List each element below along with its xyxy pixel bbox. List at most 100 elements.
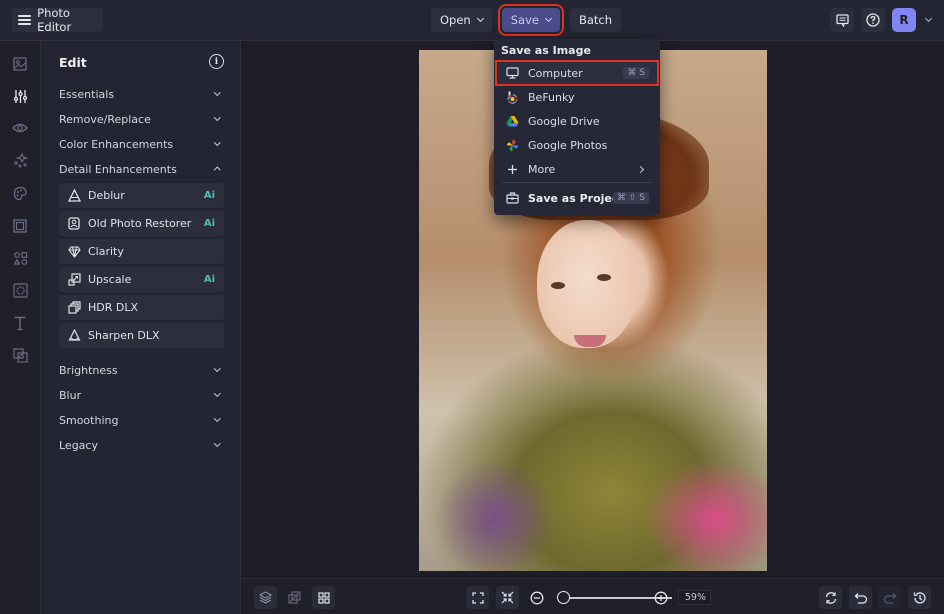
feedback-button[interactable] (830, 8, 854, 32)
actual-size-button[interactable] (496, 586, 519, 609)
zoom-slider-handle[interactable] (556, 591, 570, 604)
save-dropdown-menu: Save as Image Computer ⌘ S BeFunky Googl… (494, 39, 660, 215)
tool-hdr-dlx[interactable]: HDR DLX (59, 295, 224, 320)
zoom-out-icon (530, 591, 543, 604)
eye-icon[interactable] (11, 119, 29, 137)
zoom-percent-field[interactable]: 59% (678, 590, 711, 605)
menu-item-save-as-project[interactable]: Save as Project ⌘ ⇧ S (497, 187, 657, 209)
menu-item-computer[interactable]: Computer ⌘ S (495, 60, 659, 86)
plus-icon (506, 163, 519, 176)
section-detail-enhancements[interactable]: Detail Enhancements (59, 159, 225, 179)
sparkles-icon[interactable] (11, 151, 29, 169)
tool-old-photo-restorer[interactable]: Old Photo Restorer Ai (59, 211, 224, 236)
undo-button[interactable] (849, 586, 872, 609)
google-drive-icon (506, 115, 519, 128)
menu-item-label: Google Drive (528, 114, 600, 128)
tool-label: Sharpen DLX (88, 329, 160, 342)
open-button[interactable]: Open (431, 8, 492, 32)
image-icon[interactable] (11, 55, 29, 73)
ai-badge: Ai (203, 274, 215, 285)
sliders-icon[interactable] (11, 87, 29, 105)
account-chevron-down-icon[interactable] (924, 14, 933, 23)
befunky-logo-icon (506, 91, 519, 104)
tool-upscale[interactable]: Upscale Ai (59, 267, 224, 292)
menu-divider (502, 182, 652, 183)
menu-item-label: More (528, 162, 556, 176)
chevron-down-icon (213, 114, 220, 121)
expand-icon (471, 591, 484, 604)
section-legacy[interactable]: Legacy (59, 435, 225, 455)
history-button[interactable] (908, 586, 931, 609)
fit-to-screen-button[interactable] (466, 586, 489, 609)
menu-item-google-drive[interactable]: Google Drive (497, 110, 657, 132)
section-essentials[interactable]: Essentials (59, 84, 225, 104)
layers-button[interactable] (254, 586, 277, 609)
tool-sharpen-dlx[interactable]: Sharpen DLX (59, 323, 224, 348)
reset-button[interactable] (819, 586, 842, 609)
google-photos-icon (506, 139, 519, 152)
menu-heading: Save as Image (501, 44, 591, 57)
menu-item-google-photos[interactable]: Google Photos (497, 134, 657, 156)
menu-item-label: Computer (528, 66, 583, 80)
ai-badge: Ai (203, 218, 215, 229)
bottom-toolbar: 59% (242, 578, 944, 614)
help-icon (866, 13, 880, 27)
menu-item-befunky[interactable]: BeFunky (497, 86, 657, 108)
redo-button[interactable] (878, 586, 901, 609)
texture-icon[interactable] (11, 281, 29, 299)
avatar[interactable]: R (892, 8, 916, 32)
help-button[interactable] (861, 8, 885, 32)
section-remove-replace[interactable]: Remove/Replace (59, 109, 225, 129)
compare-button[interactable] (283, 586, 306, 609)
section-blur[interactable]: Blur (59, 385, 225, 405)
monitor-icon (506, 67, 519, 80)
tool-label: HDR DLX (88, 301, 139, 314)
save-button[interactable]: Save (497, 4, 564, 36)
chevron-down-icon (213, 440, 220, 447)
ai-badge: Ai (203, 190, 215, 201)
chevron-right-icon (636, 165, 645, 173)
section-color-enhancements[interactable]: Color Enhancements (59, 134, 225, 154)
briefcase-icon (506, 192, 519, 205)
menu-item-label: BeFunky (528, 90, 575, 104)
section-label: Legacy (59, 438, 98, 452)
text-icon[interactable] (11, 314, 29, 332)
hamburger-icon (18, 15, 31, 25)
main-menu-button[interactable]: Photo Editor (12, 6, 103, 34)
tool-label: Clarity (88, 245, 124, 258)
chevron-down-icon (213, 139, 220, 146)
batch-label: Batch (578, 13, 613, 27)
section-smoothing[interactable]: Smoothing (59, 410, 225, 430)
overlay-icon[interactable] (11, 346, 29, 364)
graphics-shapes-icon[interactable] (11, 249, 29, 267)
zoom-out-button[interactable] (525, 586, 548, 609)
chevron-down-icon (476, 14, 484, 23)
diamond-icon (67, 245, 81, 259)
feedback-icon (835, 13, 849, 27)
section-label: Color Enhancements (59, 137, 174, 151)
info-icon[interactable]: i (209, 54, 224, 69)
tool-deblur[interactable]: Deblur Ai (59, 183, 224, 208)
tool-label: Upscale (88, 273, 132, 286)
frame-icon[interactable] (11, 217, 29, 235)
chevron-up-icon (213, 167, 220, 174)
section-label: Remove/Replace (59, 112, 151, 126)
tool-clarity[interactable]: Clarity (59, 239, 224, 264)
palette-icon[interactable] (11, 184, 29, 202)
section-label: Detail Enhancements (59, 162, 177, 176)
menu-item-label: Save as Project (528, 191, 624, 205)
chevron-down-icon (213, 365, 220, 372)
tool-label: Old Photo Restorer (88, 217, 192, 230)
zoom-in-button[interactable] (649, 586, 672, 609)
menu-item-more[interactable]: More (497, 158, 657, 180)
grid-icon (317, 591, 330, 604)
shortcut-badge: ⌘ S (623, 67, 649, 79)
chevron-down-icon (213, 415, 220, 422)
batch-button[interactable]: Batch (569, 8, 622, 32)
chevron-down-icon (213, 390, 220, 397)
section-brightness[interactable]: Brightness (59, 360, 225, 380)
grid-view-button[interactable] (312, 586, 335, 609)
undo-icon (854, 592, 867, 604)
chevron-down-icon (544, 14, 552, 23)
tool-rail (0, 41, 41, 614)
